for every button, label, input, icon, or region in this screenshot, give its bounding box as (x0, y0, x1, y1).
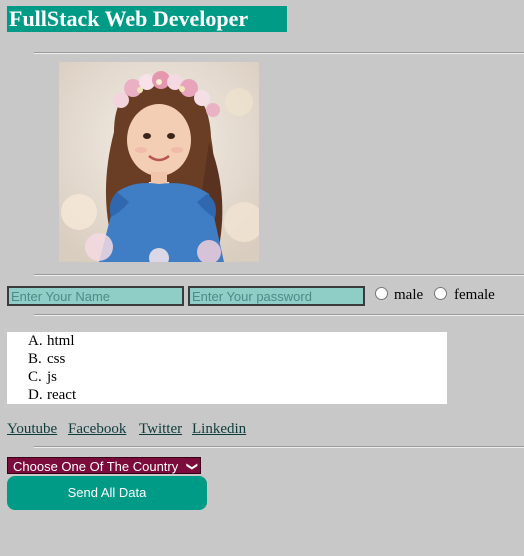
profile-photo-image (59, 62, 259, 262)
list-item-label: css (47, 351, 66, 367)
list-item-label: html (47, 333, 75, 349)
gender-radio-female[interactable] (434, 287, 447, 300)
divider (34, 446, 524, 448)
list-item-label: react (47, 387, 77, 403)
list-marker: D. (28, 387, 43, 403)
list-marker: A. (28, 333, 43, 349)
gender-label-female: female (454, 287, 495, 303)
name-input[interactable] (7, 286, 184, 306)
country-select[interactable]: Choose One Of The Country ❯ (7, 457, 201, 474)
divider (34, 274, 524, 276)
facebook-link[interactable]: Facebook (68, 420, 126, 438)
divider (34, 52, 524, 54)
page-title: FullStack Web Developer (7, 6, 287, 32)
chevron-down-icon: ❯ (185, 461, 198, 472)
youtube-link[interactable]: Youtube (7, 420, 57, 438)
twitter-link[interactable]: Twitter (139, 420, 182, 438)
send-all-data-button[interactable]: Send All Data (7, 476, 207, 510)
linkedin-link[interactable]: Linkedin (192, 420, 246, 438)
gender-radio-male[interactable] (375, 287, 388, 300)
password-input[interactable] (188, 286, 365, 306)
list-marker: C. (28, 369, 42, 385)
divider (34, 314, 524, 316)
skills-list: A. html B. css C. js D. react (7, 332, 447, 404)
list-item-label: js (47, 369, 58, 385)
profile-photo (59, 62, 259, 262)
country-select-value: Choose One Of The Country (13, 459, 179, 474)
gender-label-male: male (394, 287, 424, 303)
list-marker: B. (28, 351, 42, 367)
